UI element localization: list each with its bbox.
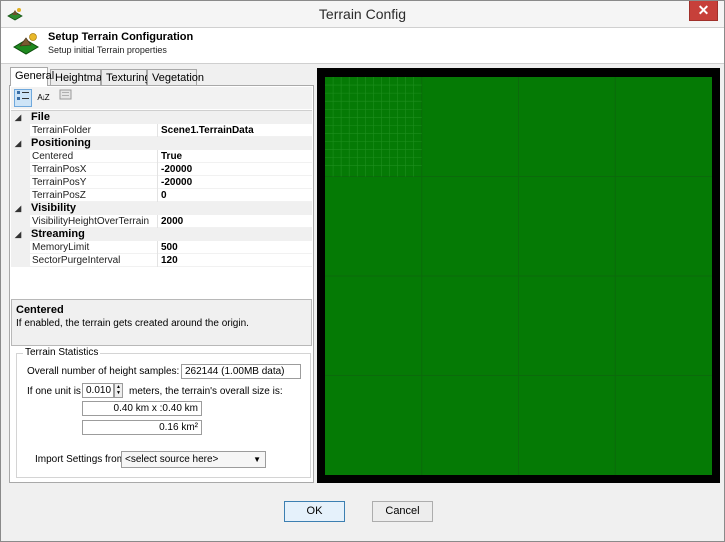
terrain-statistics-group: Terrain Statistics Overall number of hei…: [16, 347, 311, 478]
category-visibility[interactable]: ◢ Visibility: [11, 202, 312, 215]
property-name: VisibilityHeightOverTerrain: [32, 216, 150, 227]
height-samples-field: 262144 (1.00MB data): [181, 364, 301, 379]
ok-button[interactable]: OK: [284, 501, 345, 522]
property-name: Centered: [32, 151, 74, 162]
property-name: TerrainFolder: [32, 125, 91, 136]
category-file[interactable]: ◢ File: [11, 111, 312, 124]
collapse-icon[interactable]: ◢: [15, 228, 21, 241]
property-row[interactable]: TerrainPosX -20000: [11, 163, 312, 176]
property-grid: ◢ File TerrainFolder Scene1.TerrainData …: [11, 110, 312, 317]
property-row[interactable]: TerrainPosZ 0: [11, 189, 312, 202]
tab-texturing[interactable]: Texturing: [101, 69, 151, 85]
unit-size-suffix: meters, the terrain's overall size is:: [129, 386, 283, 397]
category-positioning[interactable]: ◢ Positioning: [11, 137, 312, 150]
import-source-value: <select source here>: [125, 454, 219, 465]
property-pages-button[interactable]: [56, 89, 74, 107]
property-value[interactable]: 120: [157, 254, 312, 267]
sort-alphabetical-icon: A↓Z: [37, 93, 49, 102]
property-pages-icon: [59, 89, 72, 103]
terrain-preview-canvas: [317, 68, 720, 483]
categorized-icon: [16, 91, 30, 105]
property-value[interactable]: True: [157, 150, 312, 163]
property-row[interactable]: TerrainPosY -20000: [11, 176, 312, 189]
property-value[interactable]: 500: [157, 241, 312, 254]
property-description-pane: Centered If enabled, the terrain gets cr…: [11, 299, 312, 346]
property-value[interactable]: 2000: [157, 215, 312, 228]
alphabetical-button[interactable]: A↓Z: [34, 89, 52, 107]
cancel-button[interactable]: Cancel: [372, 501, 433, 522]
property-value[interactable]: -20000: [157, 176, 312, 189]
property-row[interactable]: TerrainFolder Scene1.TerrainData: [11, 124, 312, 137]
property-value[interactable]: Scene1.TerrainData: [157, 124, 312, 137]
property-row[interactable]: Centered True: [11, 150, 312, 163]
property-name: SectorPurgeInterval: [32, 255, 121, 266]
property-value[interactable]: -20000: [157, 163, 312, 176]
tab-general[interactable]: General: [10, 67, 54, 86]
close-button[interactable]: ✕: [689, 1, 718, 21]
spin-down-icon[interactable]: ▼: [116, 390, 121, 396]
header-subtitle: Setup initial Terrain properties: [48, 45, 167, 55]
categorized-button[interactable]: [14, 89, 32, 107]
terrain-icon: [12, 32, 40, 56]
category-streaming[interactable]: ◢ Streaming: [11, 228, 312, 241]
title-bar: Terrain Config ✕: [1, 1, 724, 28]
collapse-icon[interactable]: ◢: [15, 137, 21, 150]
property-row[interactable]: SectorPurgeInterval 120: [11, 254, 312, 267]
terrain-preview[interactable]: [317, 68, 720, 483]
wizard-header: Setup Terrain Configuration Setup initia…: [1, 28, 724, 64]
tab-heightmap[interactable]: Heightmap: [50, 69, 108, 85]
header-title: Setup Terrain Configuration: [48, 31, 194, 43]
property-row[interactable]: VisibilityHeightOverTerrain 2000: [11, 215, 312, 228]
import-settings-label: Import Settings from:: [35, 454, 128, 465]
description-text: If enabled, the terrain gets created aro…: [16, 318, 249, 329]
chevron-down-icon: ▼: [253, 455, 261, 464]
terrain-config-window: Terrain Config ✕ Setup Terrain Configura…: [0, 0, 725, 542]
unit-size-input[interactable]: 0.010: [82, 383, 114, 398]
general-tab-panel: A↓Z ◢ File TerrainFolder Scene1.TerrainD…: [9, 85, 314, 483]
property-name: TerrainPosY: [32, 177, 87, 188]
collapse-icon[interactable]: ◢: [15, 111, 21, 124]
property-value[interactable]: 0: [157, 189, 312, 202]
height-samples-label: Overall number of height samples:: [27, 366, 180, 377]
unit-size-label: If one unit is: [27, 386, 81, 397]
window-title: Terrain Config: [318, 6, 407, 22]
close-icon: ✕: [697, 2, 710, 18]
terrain-area-field: 0.16 km²: [82, 420, 202, 435]
import-source-dropdown[interactable]: <select source here> ▼: [121, 451, 266, 468]
property-name: TerrainPosZ: [32, 190, 86, 201]
property-name: TerrainPosX: [32, 164, 87, 175]
terrain-size-field: 0.40 km x :0.40 km: [82, 401, 202, 416]
collapse-icon[interactable]: ◢: [15, 202, 21, 215]
terrain-statistics-legend: Terrain Statistics: [23, 347, 101, 358]
unit-size-stepper[interactable]: ▲ ▼: [114, 383, 123, 398]
property-grid-toolbar: A↓Z: [11, 87, 312, 109]
property-row[interactable]: MemoryLimit 500: [11, 241, 312, 254]
property-name: MemoryLimit: [32, 242, 90, 253]
tab-vegetation[interactable]: Vegetation: [147, 69, 204, 85]
description-title: Centered: [16, 304, 64, 316]
